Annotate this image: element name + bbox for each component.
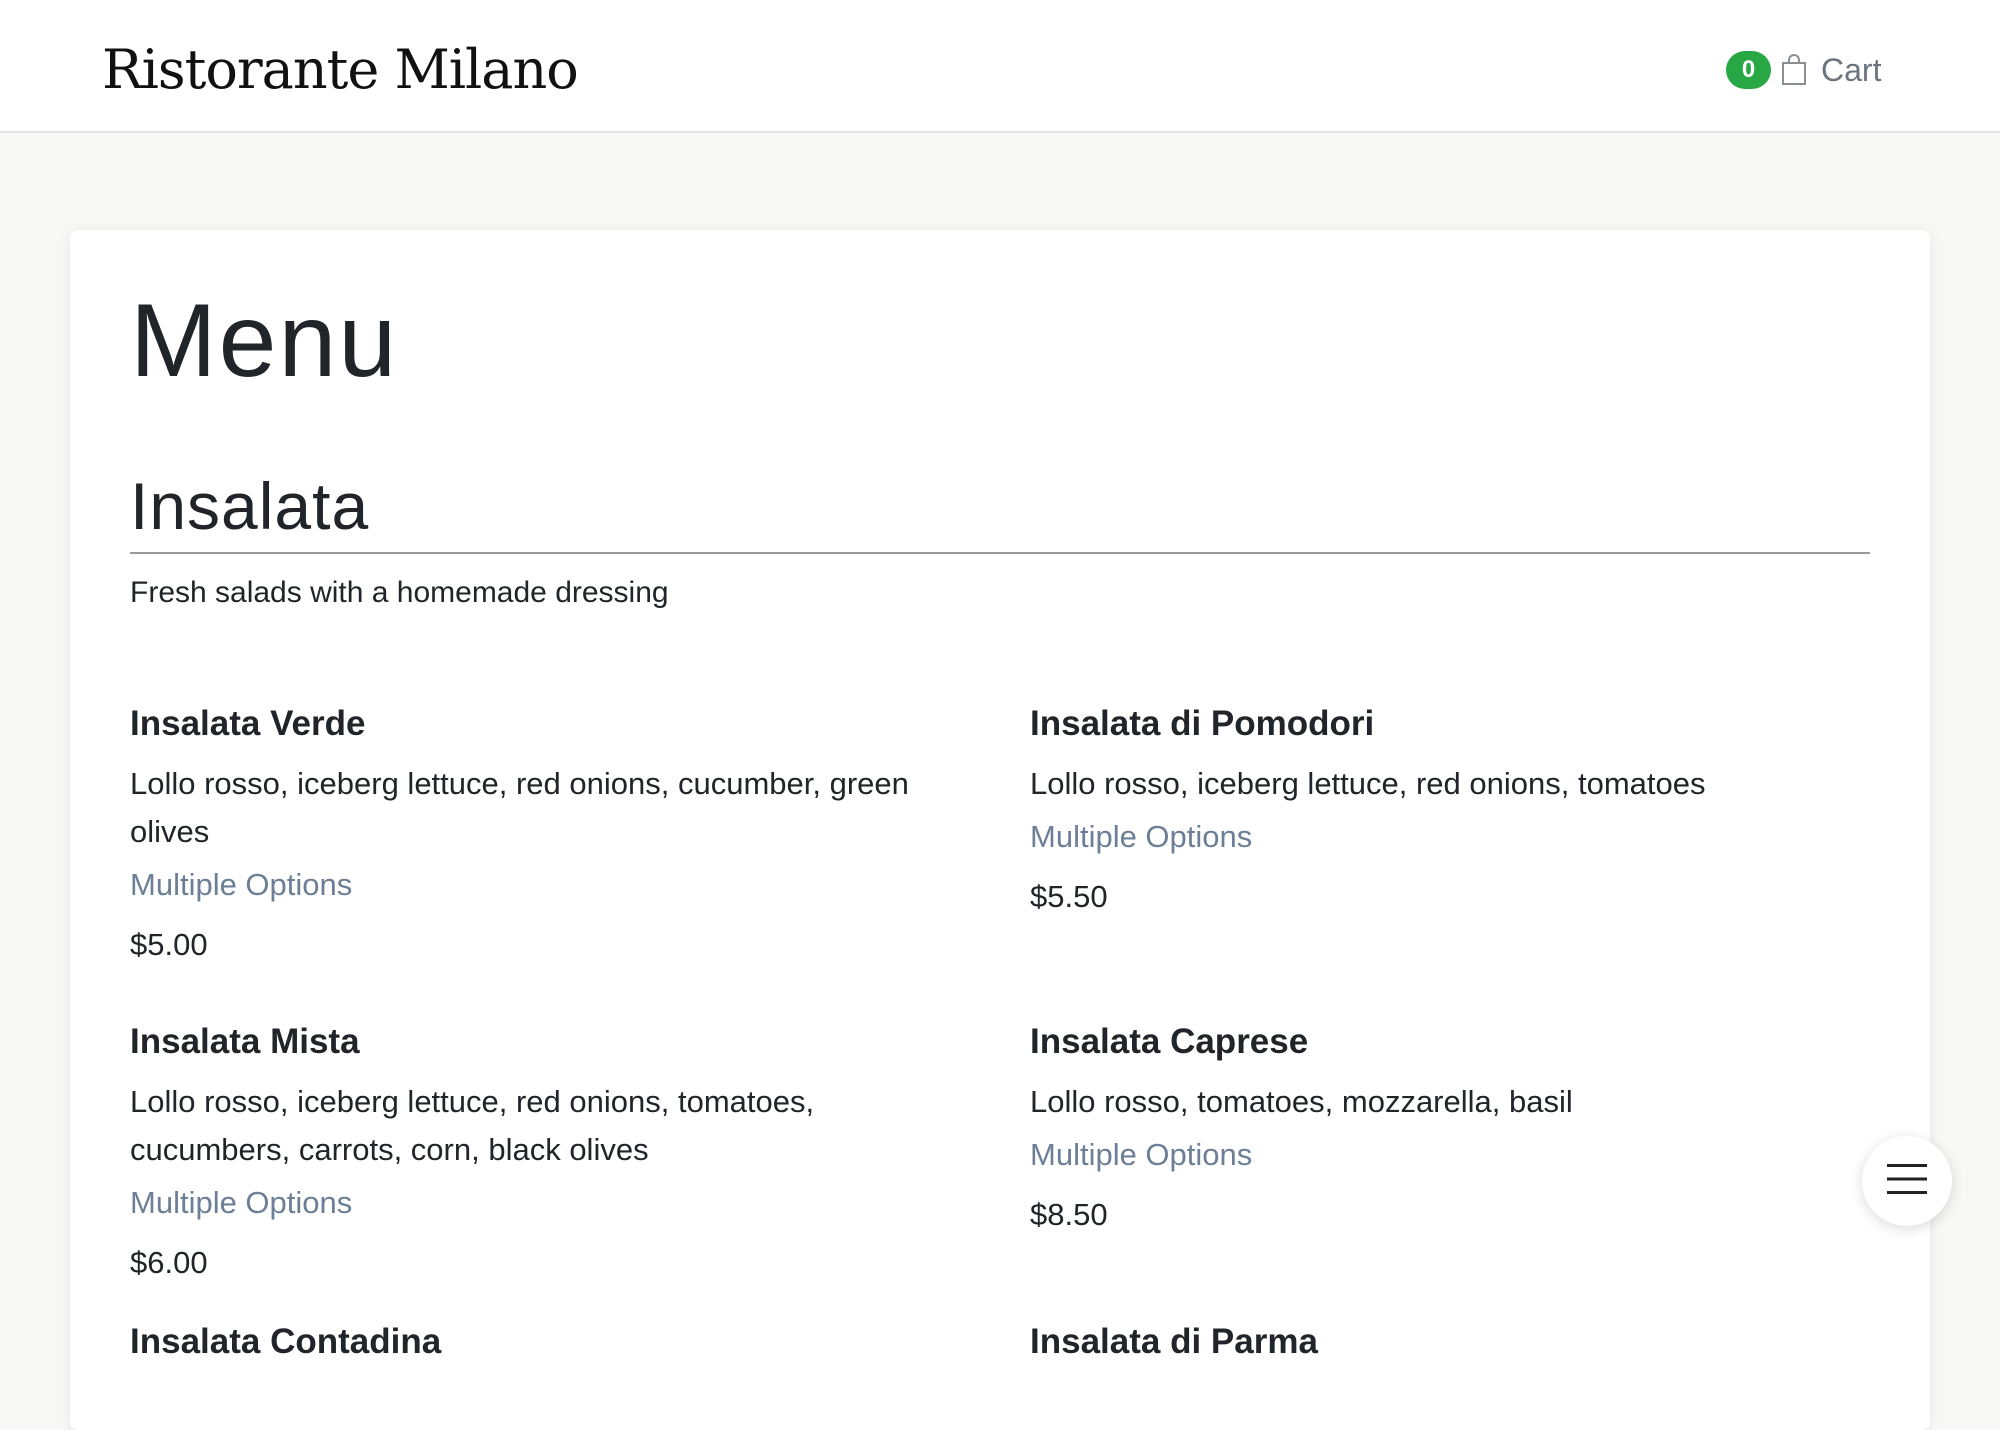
- cart-label: Cart: [1821, 51, 1882, 88]
- item-description: Lollo rosso, tomatoes, mozzarella, basil: [1030, 1084, 1573, 1119]
- menu-item: Insalata di Parma: [1030, 1318, 1870, 1366]
- brand-logo[interactable]: Ristorante Milano: [102, 38, 579, 101]
- cart-count-badge: 0: [1726, 51, 1771, 89]
- item-price: $6.00: [130, 1245, 208, 1280]
- item-name: Insalata Verde: [130, 704, 366, 743]
- section-description: Fresh salads with a homemade dressing: [130, 576, 669, 609]
- menu-card: Menu Insalata Fresh salads with a homema…: [70, 230, 1930, 1430]
- item-description: Lollo rosso, iceberg lettuce, red onions…: [1030, 766, 1706, 801]
- multiple-options-link[interactable]: Multiple Options: [130, 1184, 352, 1222]
- menu-item: Insalata Caprese Lollo rosso, tomatoes, …: [1030, 1018, 1870, 1234]
- item-name: Insalata Caprese: [1030, 1022, 1309, 1061]
- multiple-options-link[interactable]: Multiple Options: [1030, 1136, 1252, 1174]
- multiple-options-link[interactable]: Multiple Options: [130, 866, 352, 904]
- item-name: Insalata Mista: [130, 1022, 360, 1061]
- item-price: $5.50: [1030, 879, 1108, 914]
- page-title: Menu: [130, 283, 399, 399]
- shopping-bag-icon: [1779, 52, 1811, 88]
- item-name: Insalata di Parma: [1030, 1322, 1318, 1361]
- item-name: Insalata di Pomodori: [1030, 704, 1375, 743]
- menu-toggle-button[interactable]: [1862, 1136, 1952, 1226]
- hamburger-menu-icon: [1887, 1162, 1927, 1201]
- item-description: Lollo rosso, iceberg lettuce, red onions…: [130, 1084, 815, 1167]
- menu-item: Insalata di Pomodori Lollo rosso, iceber…: [1030, 700, 1870, 916]
- item-price: $5.00: [130, 927, 208, 962]
- item-name: Insalata Contadina: [130, 1322, 442, 1361]
- item-price: $8.50: [1030, 1197, 1108, 1232]
- multiple-options-link[interactable]: Multiple Options: [1030, 818, 1252, 856]
- section-title: Insalata: [130, 469, 370, 543]
- site-header: Ristorante Milano 0 Cart: [0, 0, 2000, 133]
- item-description: Lollo rosso, iceberg lettuce, red onions…: [130, 766, 909, 849]
- cart-button[interactable]: 0 Cart: [1726, 48, 1881, 92]
- section-divider: [130, 552, 1870, 554]
- menu-item: Insalata Mista Lollo rosso, iceberg lett…: [130, 1018, 970, 1282]
- menu-item: Insalata Contadina: [130, 1318, 970, 1366]
- menu-item: Insalata Verde Lollo rosso, iceberg lett…: [130, 700, 970, 964]
